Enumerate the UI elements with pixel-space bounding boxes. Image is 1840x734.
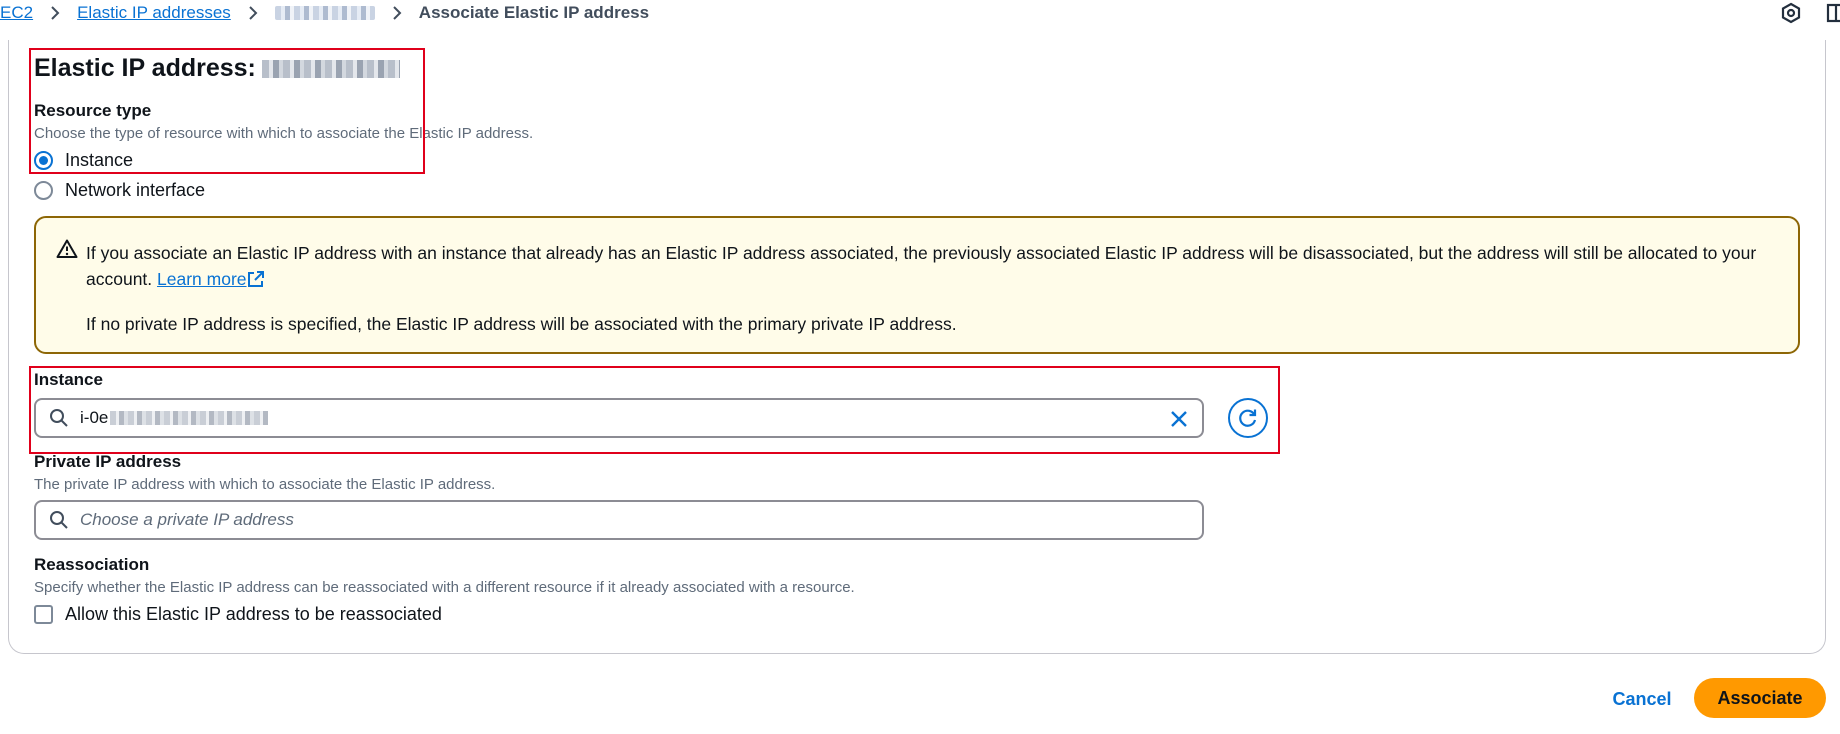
reassociation-checkbox-row[interactable]: Allow this Elastic IP address to be reas… [34, 604, 442, 625]
breadcrumb-ip-redacted[interactable] [274, 6, 375, 20]
radio-instance-label: Instance [65, 150, 134, 170]
instance-label: Instance [34, 370, 103, 389]
private-ip-search-input[interactable]: Choose a private IP address [34, 500, 1204, 540]
warning-alert: If you associate an Elastic IP address w… [34, 216, 1800, 354]
private-ip-description: The private IP address with which to ass… [34, 476, 496, 493]
reassociation-description: Specify whether the Elastic IP address c… [34, 579, 855, 596]
external-link-icon [247, 271, 264, 287]
chevron-right-icon [51, 6, 60, 20]
settings-icon[interactable] [1780, 2, 1802, 24]
private-ip-label: Private IP address [34, 452, 182, 471]
breadcrumb: EC2 Elastic IP addresses Associate Elast… [0, 0, 649, 26]
associate-button[interactable]: Associate [1694, 678, 1826, 718]
chevron-right-icon [393, 6, 402, 20]
radio-button[interactable] [34, 151, 53, 170]
reassociation-checkbox[interactable] [34, 605, 53, 624]
alert-message: If you associate an Elastic IP address w… [86, 243, 1757, 289]
reassociation-label: Reassociation [34, 555, 150, 574]
reassociation-checkbox-label: Allow this Elastic IP address to be reas… [65, 604, 442, 624]
radio-network-interface[interactable]: Network interface [34, 180, 205, 201]
page-title: Elastic IP address: [34, 54, 400, 83]
search-icon [50, 511, 68, 529]
radio-button[interactable] [34, 181, 53, 200]
breadcrumb-current: Associate Elastic IP address [418, 3, 650, 22]
radio-network-interface-label: Network interface [65, 180, 206, 200]
resource-type-description: Choose the type of resource with which t… [34, 125, 534, 142]
instance-value: i-0e [80, 408, 269, 428]
radio-instance[interactable]: Instance [34, 150, 133, 171]
close-icon[interactable] [1168, 408, 1190, 430]
cancel-button[interactable]: Cancel [1600, 681, 1684, 717]
breadcrumb-elastic-ip-addresses[interactable]: Elastic IP addresses [77, 3, 231, 23]
refresh-icon [1239, 409, 1257, 427]
private-ip-placeholder: Choose a private IP address [80, 510, 294, 529]
learn-more-link[interactable]: Learn more [157, 269, 265, 289]
search-icon [50, 409, 68, 427]
panel-icon[interactable] [1826, 2, 1840, 24]
chevron-right-icon [249, 6, 258, 20]
breadcrumb-ec2[interactable]: EC2 [0, 3, 33, 23]
instance-search-input[interactable]: i-0e [34, 398, 1204, 438]
warning-icon [56, 239, 78, 258]
resource-type-label: Resource type [34, 101, 152, 120]
alert-message-private-ip: If no private IP address is specified, t… [86, 314, 957, 334]
ip-redacted [261, 59, 400, 78]
instance-id-redacted [110, 411, 269, 425]
refresh-button[interactable] [1228, 398, 1268, 438]
